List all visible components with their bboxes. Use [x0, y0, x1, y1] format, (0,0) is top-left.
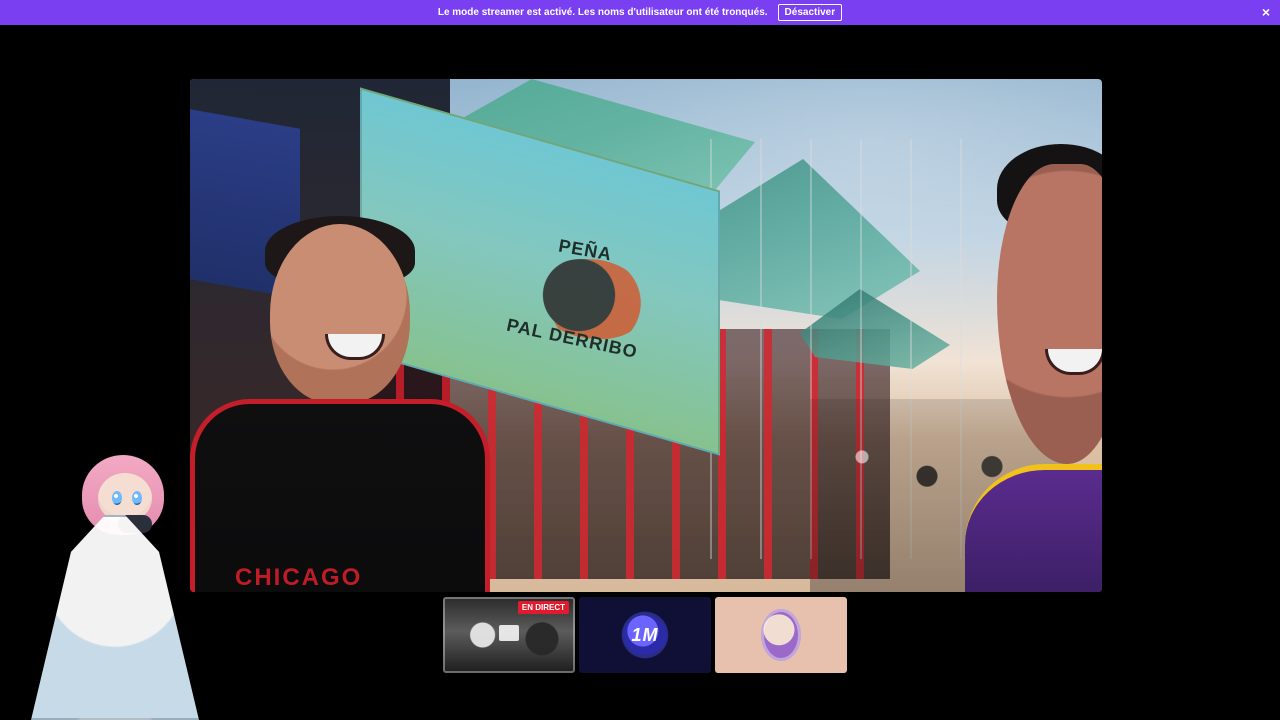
1m-logo: 1M [623, 615, 667, 655]
jersey-text: CHICAGO [235, 564, 363, 591]
avatar-right-eye [132, 491, 142, 505]
avatar-icon [761, 609, 801, 661]
person-right [905, 134, 1102, 592]
deactivate-button[interactable]: Désactiver [777, 4, 843, 21]
close-icon[interactable]: × [1258, 4, 1274, 20]
person-left: CHICAGO [190, 216, 540, 592]
vtuber-avatar [0, 445, 235, 720]
thumbnail-1[interactable]: EN DIRECT [443, 597, 575, 673]
main-video[interactable]: PEÑA PAL DERRIBO CHICAGO [190, 79, 1102, 592]
live-badge: EN DIRECT [517, 601, 569, 614]
avatar-left-eye [112, 491, 122, 505]
avatar-dress [31, 515, 199, 720]
person-right-head [997, 164, 1102, 464]
thumbnail-3[interactable] [715, 597, 847, 673]
thumbnail-2[interactable]: 1M [579, 597, 711, 673]
streamer-mode-banner: Le mode streamer est activé. Les noms d'… [0, 0, 1280, 25]
screen-share-icon [499, 625, 519, 641]
stream-thumbnails: EN DIRECT 1M [443, 597, 848, 673]
person-right-shirt [965, 464, 1102, 592]
streamer-mode-message: Le mode streamer est activé. Les noms d'… [437, 7, 768, 18]
person-left-head [270, 224, 410, 404]
